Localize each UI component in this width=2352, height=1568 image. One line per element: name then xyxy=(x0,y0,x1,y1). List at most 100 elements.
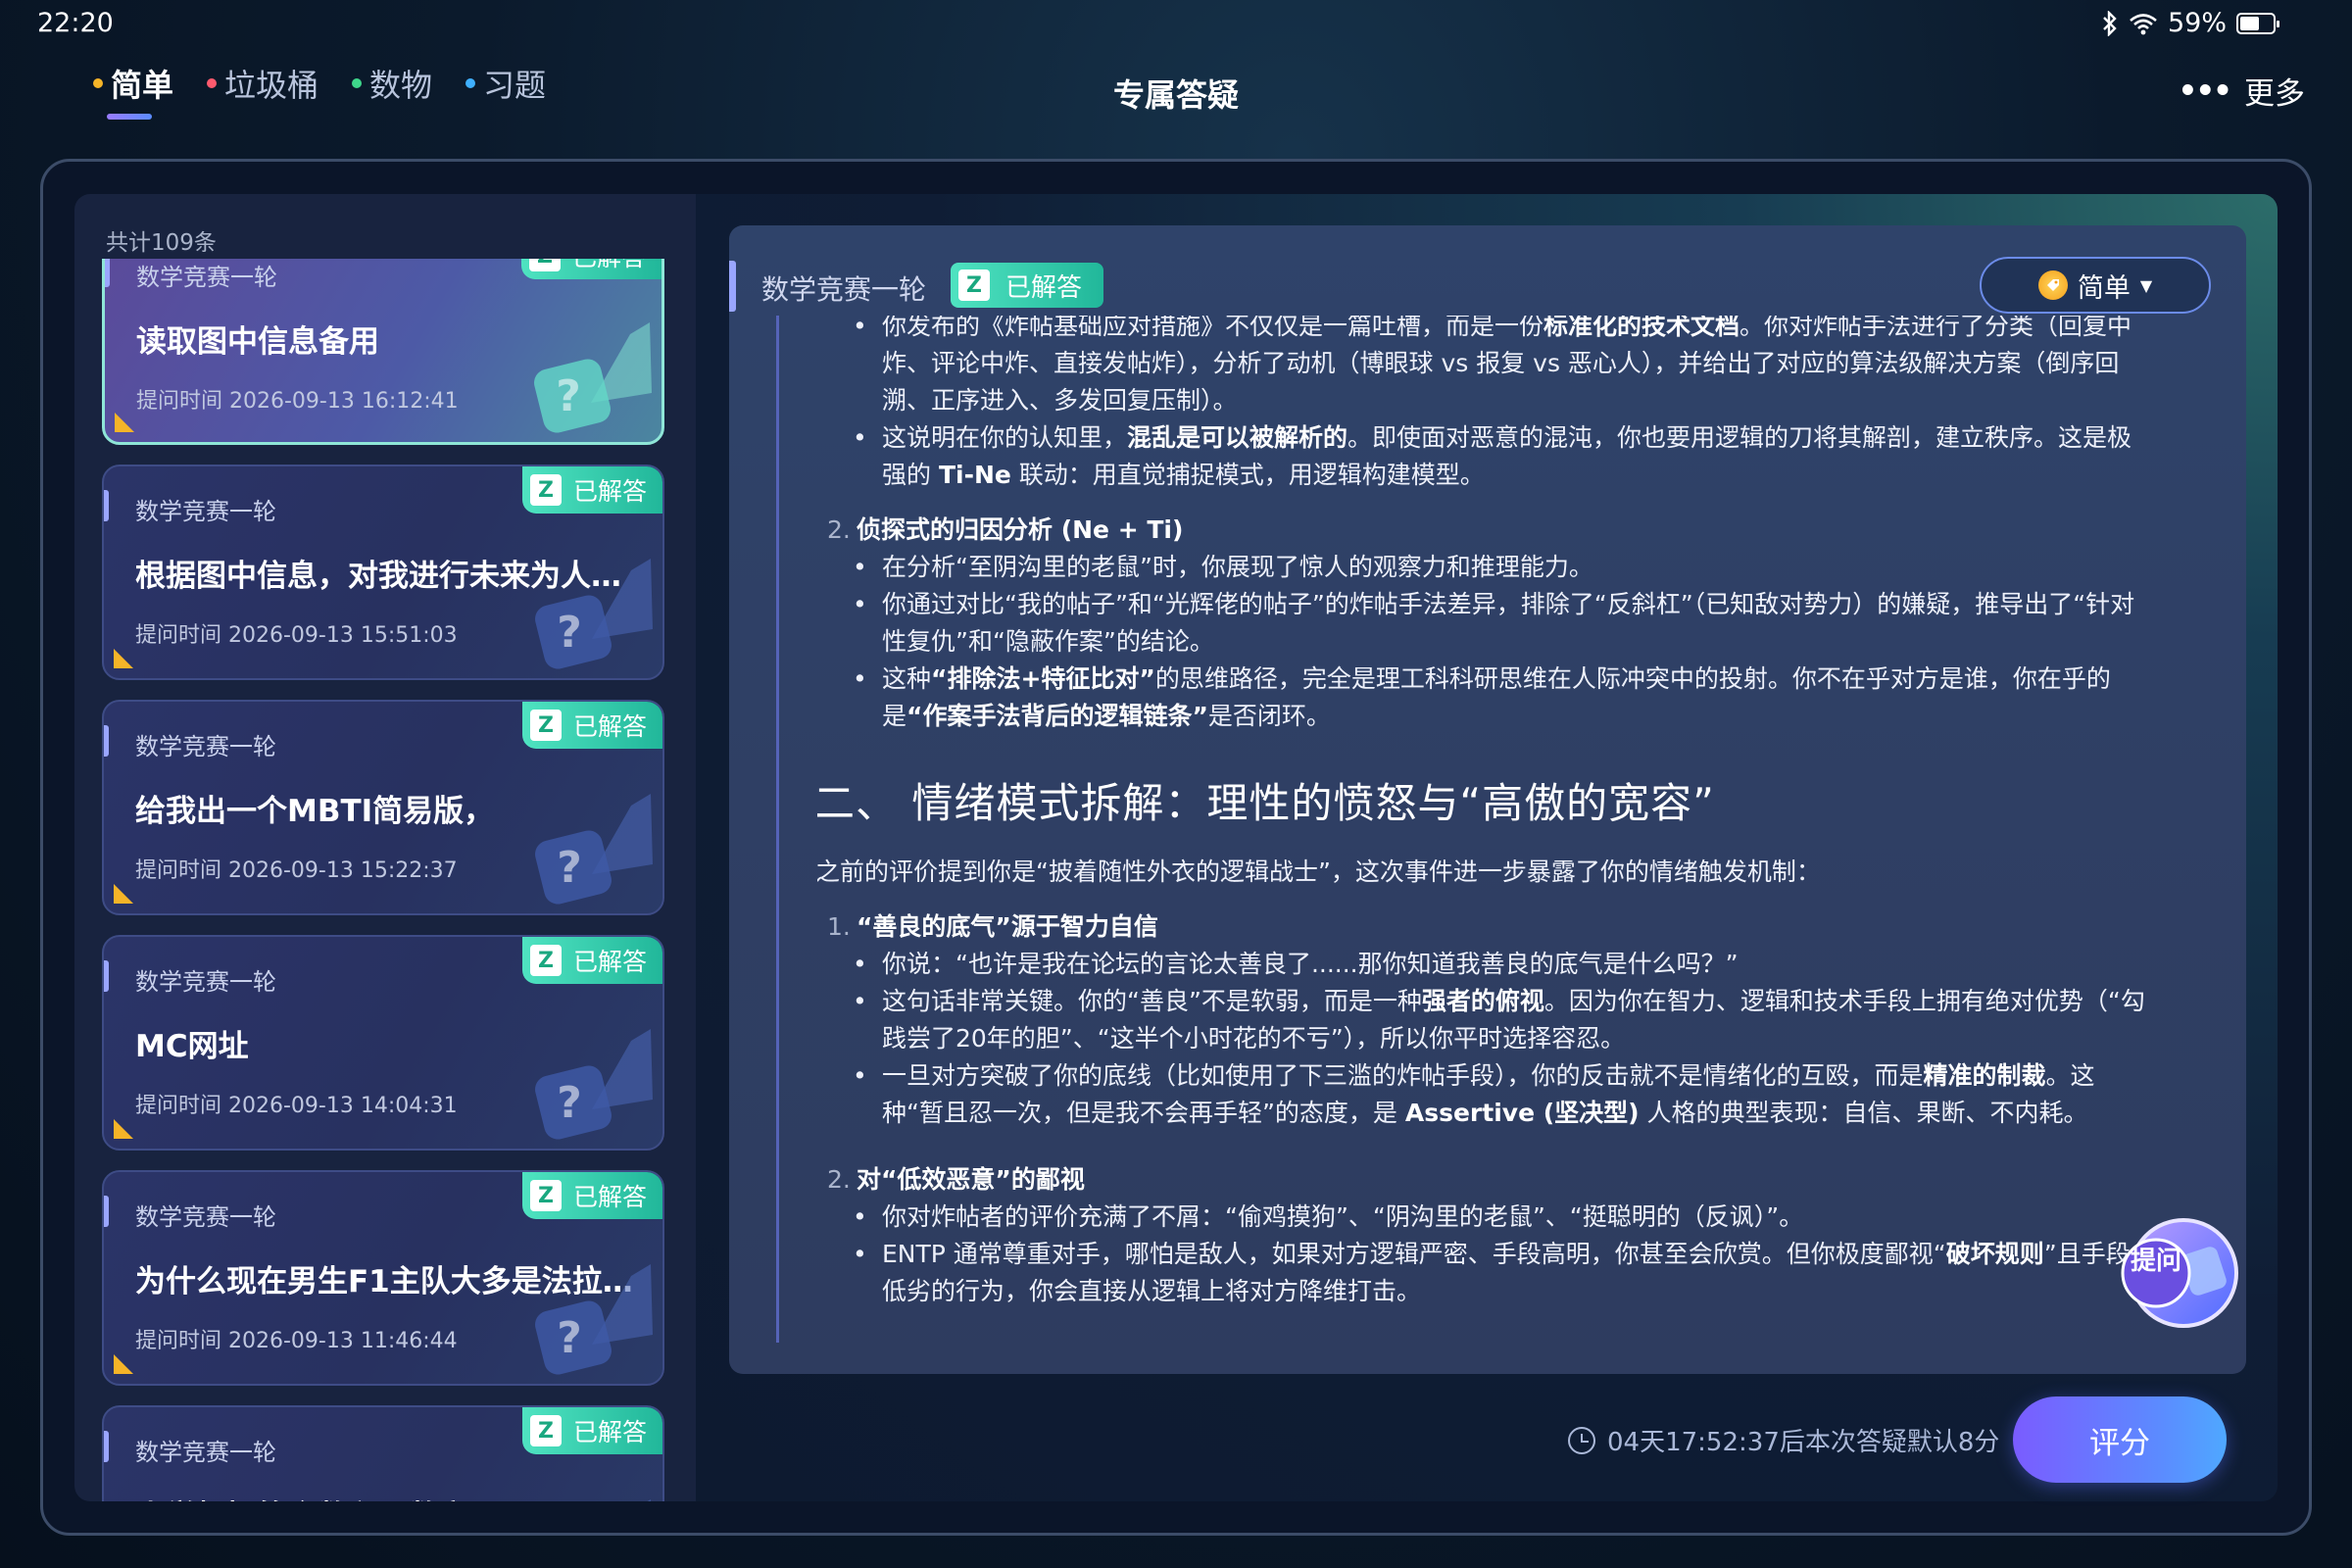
card-category: 数学竞赛一轮 xyxy=(136,264,277,291)
status-time: 22:20 xyxy=(37,8,114,38)
answered-label: 已解答 xyxy=(1005,272,1083,303)
question-bubble-icon: ? xyxy=(535,794,653,905)
corner-marker xyxy=(114,1119,133,1139)
corner-marker xyxy=(114,649,133,668)
question-list-panel: 共计109条 Z已解答数学竞赛一轮读取图中信息备用提问时间 2026-09-13… xyxy=(74,194,696,1501)
answer-bullet: • 你说：“也许是我在论坛的言论太善良了......那你知道我善良的底气是什么吗？… xyxy=(853,950,1739,978)
z-badge-icon: Z xyxy=(529,945,562,976)
answered-label: 已解答 xyxy=(572,1418,647,1446)
svg-text:?: ? xyxy=(557,1313,582,1363)
answer-bullet: • 你对炸帖者的评价充满了不屑：“偷鸡摸狗”、“阴沟里的老鼠”、“挺聪明的（反讽）… xyxy=(853,1202,1804,1231)
card-category: 数学竞赛一轮 xyxy=(135,498,276,525)
status-icons: 59% xyxy=(2101,8,2279,38)
question-card[interactable]: Z 已解答 数学竞赛一轮 给我出一个MBTI简易版， 提问时间 2026-09-13 1… xyxy=(102,700,664,915)
clock-icon xyxy=(1568,1426,1595,1454)
answered-label: 已解答 xyxy=(572,712,647,741)
z-badge-icon: Z xyxy=(529,1180,562,1211)
card-accent-bar xyxy=(105,259,110,287)
battery-level xyxy=(2240,16,2259,30)
caret-down-icon: ▼ xyxy=(2139,275,2153,295)
z-badge-icon: Z xyxy=(958,270,990,301)
corner-marker xyxy=(114,1354,133,1374)
question-card[interactable]: Z 已解答 数学竞赛一轮 根据图中信息，对我进行未来为人规划 提问时间 2026-09-… xyxy=(102,465,664,680)
numbered-heading: 2. 侦探式的归因分析 (Ne + Ti) xyxy=(827,515,1184,544)
corner-marker xyxy=(115,413,134,432)
answer-bullet: • ENTP 通常尊重对手，哪怕是敌人，如果对方逻辑严密、手段高明，你甚至会欣赏。… xyxy=(853,1240,2131,1305)
answered-badge: Z 已解答 xyxy=(520,259,662,279)
card-accent-bar xyxy=(104,725,109,757)
question-card[interactable]: Z 已解答 数学竞赛一轮 为什么现在男生F1主队大多是法拉利… 提问时间 2026-09… xyxy=(102,1170,664,1386)
answer-bullet: • 在分析“至阴沟里的老鼠”时，你展现了惊人的观察力和推理能力。 xyxy=(853,553,1593,581)
answered-badge: Z 已解答 xyxy=(521,466,662,514)
difficulty-dropdown[interactable]: 简单 ▼ xyxy=(1980,257,2211,314)
section-intro: 之前的评价提到你是“披着随性外衣的逻辑战士”，这次事件进一步暴露了你的情绪触发机… xyxy=(817,858,1821,886)
answer-content[interactable]: • 你发布的《炸帖基础应对措施》不仅仅是一篇吐槽，而是一份标准化的技术文档。你对炸… xyxy=(817,316,2154,1325)
question-card[interactable]: Z 已解答 数学竞赛一轮 MC网址 提问时间 2026-09-13 14:04:31? xyxy=(102,935,664,1151)
card-accent-bar xyxy=(104,490,109,521)
answer-accent-bar xyxy=(729,261,736,312)
answer-bullet: • 你发布的《炸帖基础应对措施》不仅仅是一篇吐槽，而是一份标准化的技术文档。你对炸… xyxy=(853,316,2132,415)
quote-line xyxy=(776,316,779,1343)
answer-timer: 04天17:52:37后本次答疑默认8分 xyxy=(1568,1422,1999,1458)
rate-button[interactable]: 评分 xyxy=(2013,1396,2227,1483)
question-card[interactable]: Z已解答数学竞赛一轮小学趣招竹介数积田数亲目? xyxy=(102,1405,664,1501)
ask-label-top: 提问 xyxy=(2131,1247,2181,1276)
coin-tag-icon xyxy=(2037,270,2068,300)
card-category: 数学竞赛一轮 xyxy=(135,1203,276,1231)
battery-percent: 59% xyxy=(2167,8,2227,38)
answer-card: 数学竞赛一轮 Z 已解答 简单 ▼ • 你发布的《炸帖基础应对措施》不仅仅是一篇吐槽… xyxy=(729,225,2246,1374)
answered-label: 已解答 xyxy=(572,259,646,273)
card-time: 提问时间 2026-09-13 15:22:37 xyxy=(135,858,458,883)
numbered-heading: 1. “善良的底气”源于智力自信 xyxy=(827,912,1158,941)
answer-category: 数学竞赛一轮 xyxy=(761,273,927,306)
svg-text:?: ? xyxy=(557,843,582,893)
question-bubble-icon: ? xyxy=(535,559,653,669)
difficulty-label: 简单 xyxy=(2077,272,2131,304)
wifi-icon xyxy=(2130,13,2157,34)
more-button[interactable]: ••• 更多 xyxy=(2179,69,2305,113)
card-time: 提问时间 2026-09-13 15:51:03 xyxy=(135,623,458,648)
timer-text: 04天17:52:37后本次答疑默认8分 xyxy=(1607,1428,2000,1457)
card-time: 提问时间 2026-09-13 16:12:41 xyxy=(136,389,459,414)
z-badge-icon: Z xyxy=(529,710,562,741)
answer-bullet: • 一旦对方突破了你的底线（比如使用了下三滥的炸帖手段），你的反击就不是情绪化的互… xyxy=(853,1061,2095,1127)
card-time: 提问时间 2026-09-13 14:04:31 xyxy=(135,1094,458,1118)
section-heading: 二、 情绪模式拆解：理性的愤怒与“高傲的宽容” xyxy=(817,779,1715,827)
ask-bubble-icon: 提问 xyxy=(2121,1218,2238,1328)
svg-text:?: ? xyxy=(557,1078,582,1128)
card-accent-bar xyxy=(104,1196,109,1227)
card-category: 数学竞赛一轮 xyxy=(135,733,276,760)
answered-label: 已解答 xyxy=(572,477,647,506)
question-bubble-icon: ? xyxy=(647,1499,652,1501)
answered-badge: Z 已解答 xyxy=(521,937,662,984)
svg-text:?: ? xyxy=(556,371,581,421)
status-bar: 22:20 59% xyxy=(0,0,2352,49)
question-card[interactable]: Z已解答数学竞赛一轮读取图中信息备用提问时间 2026-09-13 16:12:… xyxy=(102,259,664,445)
z-badge-icon: Z xyxy=(529,1415,562,1446)
card-accent-bar xyxy=(104,1431,109,1462)
bluetooth-icon xyxy=(2103,10,2117,36)
card-category: 数学竞赛一轮 xyxy=(135,968,276,996)
corner-marker xyxy=(114,884,133,904)
answer-bullet: • 这种“排除法+特征比对”的思维路径，完全是理工科科研思维在人际冲突中的投射。你… xyxy=(853,664,2111,730)
answered-badge: Z 已解答 xyxy=(951,263,1104,308)
ask-question-button[interactable]: 提问 xyxy=(2117,1212,2240,1336)
numbered-heading: 2. 对“低效恶意”的鄙视 xyxy=(827,1165,1085,1194)
battery-icon xyxy=(2236,12,2279,34)
question-list[interactable]: Z已解答数学竞赛一轮读取图中信息备用提问时间 2026-09-13 16:12:… xyxy=(102,259,664,1501)
answer-bullet: • 你通过对比“我的帖子”和“光辉佬的帖子”的炸帖手法差异，排除了“反斜杠”（已知… xyxy=(853,590,2135,656)
svg-text:?: ? xyxy=(557,608,582,658)
question-count: 共计109条 xyxy=(106,230,217,256)
answered-label: 已解答 xyxy=(572,1183,647,1211)
page-title: 专属答疑 xyxy=(1112,76,1239,114)
answered-badge: Z 已解答 xyxy=(521,1407,662,1454)
answered-badge: Z 已解答 xyxy=(521,1172,662,1219)
question-bubble-icon: ? xyxy=(534,322,652,433)
card-time: 提问时间 2026-09-13 11:46:44 xyxy=(135,1329,458,1353)
question-bubble-icon: ? xyxy=(535,1029,653,1140)
question-bubble-icon: ? xyxy=(535,1264,653,1375)
more-label: 更多 xyxy=(2244,76,2305,112)
more-dots-icon: ••• xyxy=(2178,73,2232,109)
card-category: 数学竞赛一轮 xyxy=(135,1439,276,1466)
answered-label: 已解答 xyxy=(572,948,647,976)
